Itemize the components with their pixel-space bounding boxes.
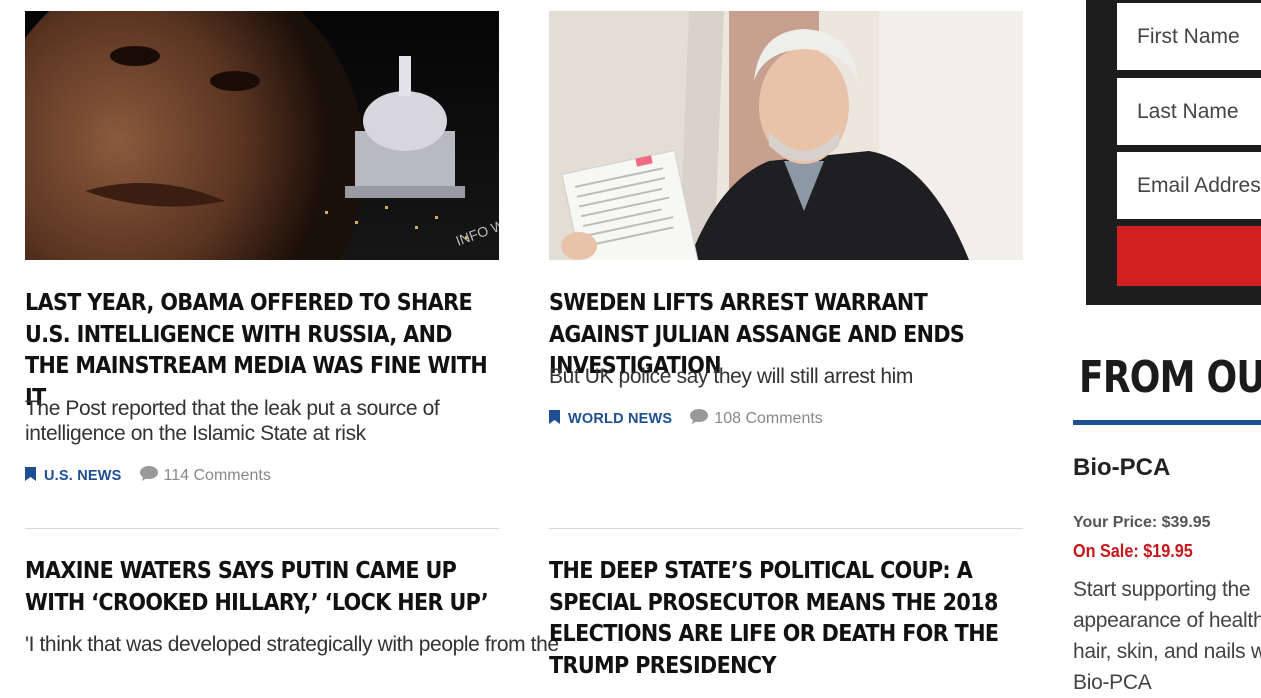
article-dek: 'I think that was developed strategicall… bbox=[25, 633, 559, 656]
comment-bubble-icon bbox=[690, 409, 709, 429]
article-headline[interactable]: MAXINE WATERS SAYS PUTIN CAME UP WITH ‘C… bbox=[25, 556, 499, 619]
product-name[interactable]: Bio-PCA bbox=[1073, 454, 1170, 482]
section-title: FROM OUR bbox=[1079, 352, 1261, 403]
article-card: THE DEEP STATE’S POLITICAL COUP: A SPECI… bbox=[549, 556, 1023, 679]
category-label: U.S. NEWS bbox=[44, 468, 122, 484]
article-dek: But UK police say they will still arrest… bbox=[549, 365, 914, 388]
article-divider bbox=[549, 528, 1023, 529]
comments-link[interactable]: 108 Comments bbox=[690, 409, 823, 429]
last-name-field[interactable]: Last Name bbox=[1117, 78, 1261, 145]
comment-bubble-icon bbox=[139, 466, 158, 486]
product-price: Your Price: $39.95 bbox=[1073, 514, 1211, 531]
newsletter-signup: First Name Last Name Email Address bbox=[1086, 0, 1261, 305]
category-link[interactable]: WORLD NEWS bbox=[549, 410, 672, 428]
section-rule bbox=[1073, 420, 1261, 425]
comments-count: 108 Comments bbox=[714, 410, 823, 427]
article-card: INFO WARS LAST YEAR, OBAMA OFFERED TO SH… bbox=[25, 11, 499, 491]
article-headline[interactable]: THE DEEP STATE’S POLITICAL COUP: A SPECI… bbox=[549, 556, 1023, 682]
assange-document-photo bbox=[549, 11, 1023, 260]
article-card: MAXINE WATERS SAYS PUTIN CAME UP WITH ‘C… bbox=[25, 556, 559, 666]
category-label: WORLD NEWS bbox=[568, 411, 673, 427]
comments-link[interactable]: 114 Comments bbox=[139, 466, 271, 486]
article-meta: WORLD NEWS 108 Comments bbox=[549, 409, 823, 429]
article-card: SWEDEN LIFTS ARREST WARRANT AGAINST JULI… bbox=[549, 11, 1023, 491]
article-meta: U.S. NEWS 114 Comments bbox=[25, 466, 271, 486]
comments-count: 114 Comments bbox=[163, 467, 271, 484]
article-divider bbox=[25, 528, 499, 529]
product-sale-price: On Sale: $19.95 bbox=[1073, 541, 1193, 561]
obama-capitol-photo: INFO WARS bbox=[25, 11, 499, 260]
article-dek: The Post reported that the leak put a so… bbox=[25, 397, 440, 445]
email-field[interactable]: Email Address bbox=[1117, 152, 1261, 219]
bookmark-icon bbox=[549, 410, 560, 428]
bookmark-icon bbox=[25, 467, 36, 485]
signup-submit-button[interactable] bbox=[1117, 226, 1261, 286]
product-description: Start supporting the appearance of healt… bbox=[1073, 578, 1261, 694]
first-name-field[interactable]: First Name bbox=[1117, 3, 1261, 70]
article-image[interactable]: INFO WARS bbox=[25, 11, 499, 260]
category-link[interactable]: U.S. NEWS bbox=[25, 467, 122, 485]
article-image[interactable] bbox=[549, 11, 1023, 260]
